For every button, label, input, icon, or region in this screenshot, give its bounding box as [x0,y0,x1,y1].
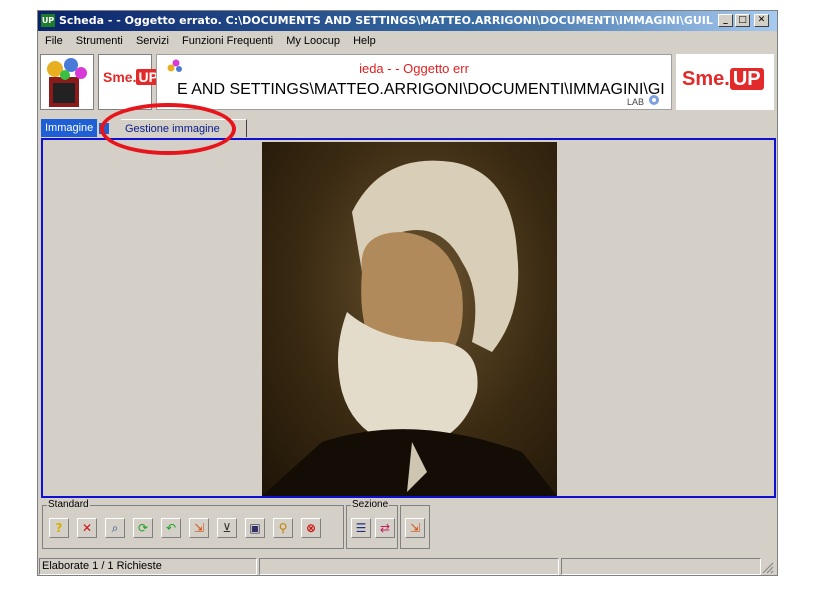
menu-servizi[interactable]: Servizi [136,32,169,50]
brand-left-sme: Sme. [103,69,137,85]
highlight-circle [100,103,236,155]
brand-logo-right: Sme. UP [676,54,774,110]
menu-funzioni-frequenti[interactable]: Funzioni Frequenti [182,32,273,50]
image-icon[interactable]: ▣ [245,518,265,538]
menu-strumenti[interactable]: Strumenti [76,32,123,50]
object-picture-icon [47,58,87,107]
close-button[interactable]: ✕ [754,14,769,27]
app-icon: UP [41,14,55,27]
menu-help[interactable]: Help [353,32,376,50]
minimize-button[interactable]: _ [718,14,733,27]
bottom-toolbar: Standard ? ✕ ⌕ ⟳ ↶ ⇲ ⊻ ▣ ⚲ ⊗ Sezione ☰ ⇄… [40,499,775,553]
banner-path: E AND SETTINGS\MATTEO.ARRIGONI\DOCUMENTI… [177,81,665,98]
status-bar: Elaborate 1 / 1 Richieste [39,558,776,575]
tab-immagine[interactable]: Immagine [41,119,97,137]
cart-icon[interactable]: ⊻ [217,518,237,538]
window-title: Scheda - - Oggetto errato. C:\DOCUMENTS … [59,14,714,27]
maximize-button[interactable]: □ [735,14,750,27]
resize-grip-icon[interactable] [762,562,774,574]
settings-icon[interactable] [647,93,661,107]
extra-group: ⇲ [400,505,430,549]
menu-file[interactable]: File [45,32,63,50]
sezione-group: Sezione ☰ ⇄ [346,499,398,549]
section-export-icon[interactable]: ⇲ [405,518,425,538]
back-icon[interactable]: ↶ [161,518,181,538]
image-viewer [41,138,776,498]
menu-bar: File Strumenti Servizi Funzioni Frequent… [38,32,777,50]
search-icon[interactable]: ⌕ [105,518,125,538]
object-icon [40,54,94,110]
brand-logo-left: Sme. UP [98,54,160,110]
zoom-icon[interactable]: ⚲ [273,518,293,538]
stop-icon[interactable]: ⊗ [301,518,321,538]
status-mid [259,558,559,575]
export-icon[interactable]: ⇲ [189,518,209,538]
sezione-group-label: Sezione [351,499,390,510]
list-icon[interactable]: ☰ [351,518,371,538]
brand-right-up: UP [729,68,764,90]
standard-group: Standard ? ✕ ⌕ ⟳ ↶ ⇲ ⊻ ▣ ⚲ ⊗ [42,499,344,549]
brand-right-sme: Sme. [682,68,730,90]
standard-group-label: Standard [47,499,90,510]
refresh-icon[interactable]: ⟳ [133,518,153,538]
swap-icon[interactable]: ⇄ [375,518,395,538]
header-banner: ieda - - Oggetto err E AND SETTINGS\MATT… [156,54,672,110]
delete-icon[interactable]: ✕ [77,518,97,538]
lab-label: LAB [627,97,645,107]
status-left: Elaborate 1 / 1 Richieste [39,558,257,575]
brand-left-text: Sme. UP [103,69,160,85]
help-icon[interactable]: ? [49,518,69,538]
portrait-drawing [262,160,557,496]
status-right [561,558,761,575]
menu-my-loocup[interactable]: My Loocup [286,32,340,50]
portrait-image [262,142,557,496]
app-window: UP Scheda - - Oggetto errato. C:\DOCUMEN… [37,10,778,576]
brand-right-text: Sme. UP [682,68,764,91]
banner-title: ieda - - Oggetto err [359,61,469,76]
title-bar[interactable]: UP Scheda - - Oggetto errato. C:\DOCUMEN… [38,11,777,31]
